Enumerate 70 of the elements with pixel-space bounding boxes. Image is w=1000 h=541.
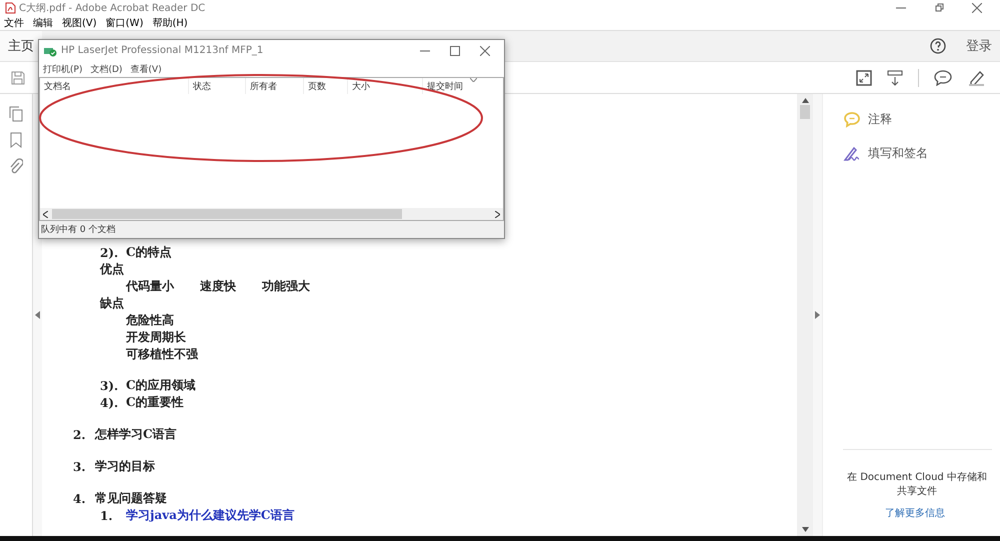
outline-text: C的应用领域 [126,377,196,394]
outline-text: 速度快 [200,278,236,295]
outline-text: 开发周期长 [126,329,186,346]
speech-bubble-icon[interactable] [934,70,952,86]
column-header[interactable]: 页数 [304,78,348,94]
column-header[interactable]: 大小 [348,78,423,94]
home-tab[interactable]: 主页 [0,31,42,61]
list-number: 4). [100,396,120,410]
list-number: 1. [100,508,114,522]
link[interactable]: 学习java为什么建议先学C语言 [126,507,294,524]
maximize-icon[interactable] [450,46,460,56]
fit-page-icon[interactable] [856,70,872,86]
menu-item[interactable]: 文档(D) [90,62,122,76]
horizontal-scrollbar[interactable] [40,208,503,220]
help-icon[interactable] [930,38,946,54]
paperclip-icon[interactable] [9,158,23,174]
list-number: 3. [73,460,87,474]
list-number: 3). [100,378,120,392]
outline-text: 优点 [100,261,124,278]
close-icon[interactable] [480,46,490,56]
pdf-file-icon [4,2,16,14]
tool-item[interactable]: 填写和签名 [843,144,1000,162]
vertical-scrollbar[interactable] [797,94,813,536]
window-title: HP LaserJet Professional M1213nf MFP_1 [61,45,264,56]
menu-item[interactable]: 窗口(W) [106,16,144,30]
list-number: 4. [73,492,87,506]
learn-more-link[interactable]: 了解更多信息 [885,506,945,520]
cloud-description: 在 Document Cloud 中存储和共享文件 [846,470,988,498]
menu-item[interactable]: 编辑 [33,16,53,30]
outline-text: C的特点 [126,244,172,261]
outline-text: C的重要性 [126,394,184,411]
column-header[interactable]: 文档名 [40,78,189,94]
scroll-down-arrow-icon[interactable] [802,527,808,532]
login-link[interactable]: 登录 [966,37,992,55]
window-title: C大纲.pdf - Adobe Acrobat Reader DC [19,2,206,15]
outline-text: 常见问题答疑 [95,490,167,507]
pages-icon[interactable] [9,106,23,122]
outline-text: 缺点 [100,295,124,312]
outline-text: 怎样学习C语言 [95,426,177,443]
status-text: 队列中有 0 个文档 [41,224,116,236]
scroll-right-icon[interactable] [495,210,500,218]
collapse-arrow-icon[interactable] [35,311,40,319]
bookmark-icon[interactable] [10,132,22,148]
scroll-thumb[interactable] [800,105,810,119]
outline-text: 学习的目标 [95,458,155,475]
expand-arrow-icon[interactable] [815,311,820,319]
scroll-left-icon[interactable] [43,210,48,218]
outline-text: 代码量小 [126,278,174,295]
save-icon[interactable] [11,70,25,84]
menu-item[interactable]: 打印机(P) [43,62,82,76]
close-icon[interactable] [972,3,982,13]
list-number: 2). [100,246,120,260]
column-header[interactable]: 所有者 [246,78,304,94]
column-header[interactable]: 状态 [189,78,246,94]
tool-item[interactable]: 注释 [843,110,1000,128]
outline-text: 可移植性不强 [126,346,198,363]
restore-icon[interactable] [934,3,944,13]
signature-pen-icon [843,144,861,162]
sort-caret-icon [470,78,477,82]
comment-bubble-icon [843,110,861,128]
scroll-up-icon[interactable] [802,98,808,103]
menu-item[interactable]: 帮助(H) [152,16,188,30]
highlighter-pen-icon[interactable] [967,70,985,86]
outline-text: 危险性高 [126,312,174,329]
menu-item[interactable]: 文件 [4,16,24,30]
outline-text: 功能强大 [262,278,310,295]
menu-item[interactable]: 视图(V) [62,16,97,30]
list-number: 2. [73,428,87,442]
menu-item[interactable]: 查看(V) [130,62,162,76]
scroll-down-icon[interactable] [887,70,903,86]
